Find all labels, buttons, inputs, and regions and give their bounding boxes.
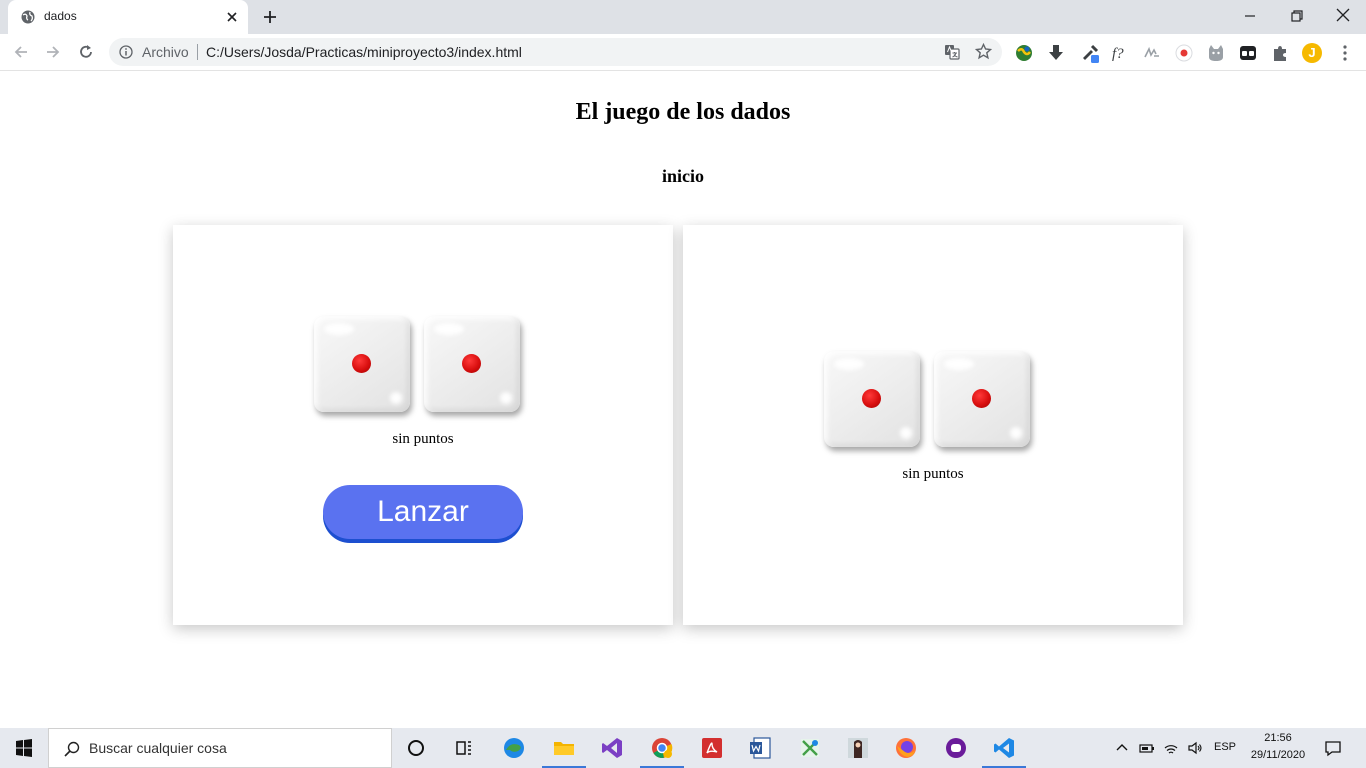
clock-date[interactable]: 29/11/2020 — [1244, 749, 1312, 761]
more-menu-icon[interactable] — [1335, 43, 1355, 63]
info-icon[interactable] — [119, 45, 133, 59]
visual-studio-icon — [602, 738, 622, 758]
vscode-icon — [994, 738, 1014, 758]
globe-icon — [21, 10, 35, 24]
cat-extension-icon[interactable] — [1206, 43, 1226, 63]
taskbar-search[interactable]: Buscar cualquier cosa — [48, 728, 392, 768]
player-1-die-1 — [314, 316, 410, 412]
restore-window-icon[interactable] — [1289, 8, 1305, 24]
word-taskbar-button[interactable] — [736, 728, 784, 768]
browser-tab[interactable]: dados — [8, 0, 248, 34]
word-icon — [750, 737, 771, 759]
acrobat-taskbar-button[interactable] — [688, 728, 736, 768]
user-app-taskbar-button[interactable] — [834, 728, 882, 768]
game-status: inicio — [661, 166, 704, 186]
page-title: El juego de los dados — [575, 99, 791, 125]
url-text[interactable]: C:/Users/Josda/Practicas/miniproyecto3/i… — [206, 44, 522, 60]
purple-app-icon — [946, 738, 966, 758]
task-view-icon — [456, 741, 471, 755]
browser-toolbar: Archivo C:/Users/Josda/Practicas/minipro… — [0, 34, 1366, 71]
vscode-taskbar-button[interactable] — [980, 728, 1028, 768]
wifi-icon[interactable] — [1163, 740, 1179, 756]
chrome-icon — [652, 738, 673, 758]
player-1-points: sin puntos — [392, 431, 454, 447]
eyedropper-icon[interactable] — [1080, 43, 1100, 63]
formula-extension-icon[interactable]: f? — [1110, 43, 1130, 63]
volume-icon[interactable] — [1187, 740, 1203, 756]
scheme-label: Archivo — [142, 44, 189, 60]
battery-icon[interactable] — [1139, 740, 1155, 756]
player-2-die-2 — [934, 351, 1030, 447]
record-extension-icon[interactable] — [1174, 43, 1194, 63]
forward-arrow-icon[interactable] — [44, 43, 62, 61]
person-photo-icon — [848, 738, 868, 758]
cortana-button[interactable] — [392, 728, 440, 768]
back-arrow-icon[interactable] — [12, 43, 30, 61]
file-explorer-taskbar-button[interactable] — [540, 728, 588, 768]
player-1-die-2 — [424, 316, 520, 412]
minimize-window-icon[interactable] — [1242, 8, 1258, 24]
chevron-up-icon[interactable] — [1114, 740, 1130, 756]
task-view-button[interactable] — [440, 728, 488, 768]
purple-app-taskbar-button[interactable] — [932, 728, 980, 768]
player-2-points: sin puntos — [902, 466, 964, 482]
signature-extension-icon[interactable] — [1142, 43, 1162, 63]
acrobat-icon — [702, 738, 722, 758]
download-icon[interactable] — [1046, 43, 1066, 63]
notification-icon[interactable] — [1324, 739, 1342, 757]
firefox-icon — [896, 738, 916, 758]
cortana-circle-icon — [408, 740, 424, 756]
player-1-panel: sin puntos Lanzar — [173, 225, 673, 625]
reload-icon[interactable] — [77, 43, 95, 61]
player-2-die-1 — [824, 351, 920, 447]
browser-tab-strip: dados — [0, 0, 1366, 34]
extensions-puzzle-icon[interactable] — [1270, 43, 1290, 63]
photos-taskbar-button[interactable] — [786, 728, 834, 768]
globe-extension-icon[interactable] — [1014, 43, 1034, 63]
svg-text:f?: f? — [1112, 46, 1124, 62]
translate-icon[interactable] — [944, 44, 960, 60]
die-pip — [462, 354, 481, 373]
die-pip — [972, 389, 991, 408]
glasses-extension-icon[interactable] — [1238, 43, 1258, 63]
close-window-icon[interactable] — [1335, 7, 1351, 23]
bookmark-star-icon[interactable] — [975, 43, 992, 60]
edge-icon — [504, 738, 524, 758]
search-placeholder: Buscar cualquier cosa — [89, 740, 227, 756]
close-tab-icon[interactable] — [224, 9, 240, 25]
address-bar[interactable]: Archivo C:/Users/Josda/Practicas/minipro… — [109, 38, 1002, 66]
edge-taskbar-button[interactable] — [490, 728, 538, 768]
chrome-taskbar-button[interactable] — [638, 728, 686, 768]
omnibox-divider — [197, 44, 198, 60]
firefox-taskbar-button[interactable] — [882, 728, 930, 768]
tools-icon — [801, 739, 819, 757]
folder-icon — [554, 742, 574, 755]
visual-studio-taskbar-button[interactable] — [588, 728, 636, 768]
search-icon — [64, 741, 80, 757]
clock-time[interactable]: 21:56 — [1244, 732, 1312, 744]
tab-title: dados — [44, 9, 77, 23]
language-indicator[interactable]: ESP — [1214, 741, 1236, 753]
roll-button[interactable]: Lanzar — [323, 485, 523, 539]
player-2-panel: sin puntos — [683, 225, 1183, 625]
new-tab-plus-icon[interactable] — [261, 8, 279, 26]
die-pip — [352, 354, 371, 373]
windows-start-icon[interactable] — [0, 728, 48, 768]
taskbar: Buscar cualquier cosa ESP 21:56 29/11/20… — [0, 728, 1366, 768]
die-pip — [862, 389, 881, 408]
profile-avatar[interactable]: J — [1302, 43, 1322, 63]
